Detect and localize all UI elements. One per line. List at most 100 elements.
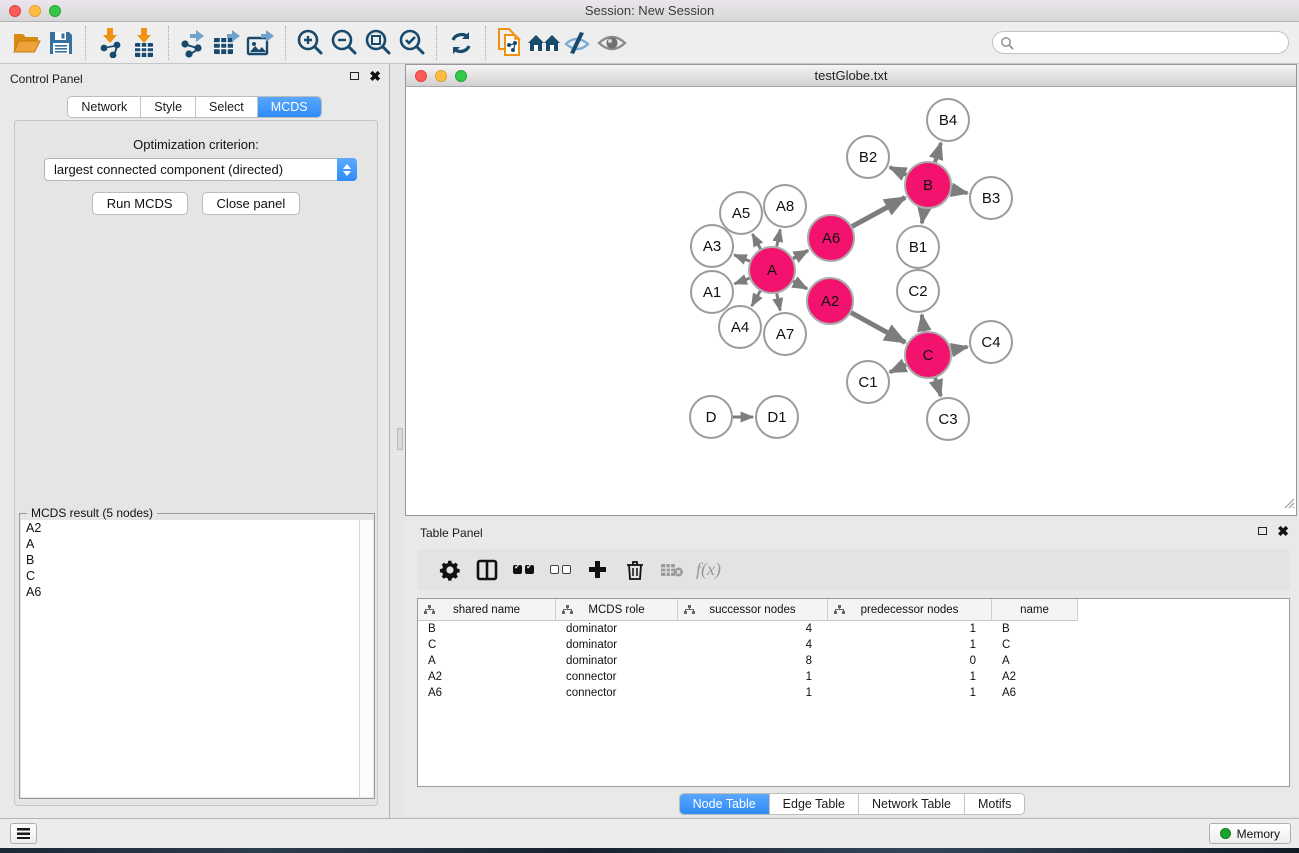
cell-shared-name: A6 xyxy=(418,687,556,699)
app-window: Session: New Session xyxy=(0,0,1299,853)
network-graph: B4B2BB3A8A5A6A3B1AC2A1A2A4A7C4CC1C3DD1 xyxy=(406,87,1296,515)
tab-motifs[interactable]: Motifs xyxy=(965,794,1024,814)
cell-predecessor-nodes: 1 xyxy=(828,623,992,635)
mcds-result-item[interactable]: A6 xyxy=(21,584,359,600)
eye-icon[interactable] xyxy=(595,26,629,60)
unchecked-pair-icon[interactable] xyxy=(542,555,579,585)
tab-edge-table[interactable]: Edge Table xyxy=(770,794,859,814)
table-toolbar: f(x) xyxy=(417,549,1290,590)
open-session-icon[interactable] xyxy=(10,26,44,60)
edge-A-A1 xyxy=(735,278,750,283)
node-label-C4: C4 xyxy=(981,334,1000,351)
cell-name: A6 xyxy=(992,687,1078,699)
table-row[interactable]: A6connector11A6 xyxy=(418,685,1289,701)
mcds-result-item[interactable]: C xyxy=(21,568,359,584)
column-header-predecessor-nodes[interactable]: predecessor nodes xyxy=(828,599,992,621)
node-label-A1: A1 xyxy=(703,284,721,301)
node-label-A3: A3 xyxy=(703,238,721,255)
table-row[interactable]: Adominator80A xyxy=(418,653,1289,669)
refresh-icon[interactable] xyxy=(444,26,478,60)
export-image-icon[interactable] xyxy=(244,26,278,60)
column-header-successor-nodes[interactable]: successor nodes xyxy=(678,599,828,621)
edge-C-C1 xyxy=(890,365,906,372)
edge-A-A7 xyxy=(777,294,780,311)
tab-style[interactable]: Style xyxy=(141,97,196,117)
export-network-icon[interactable] xyxy=(176,26,210,60)
table-row[interactable]: Bdominator41B xyxy=(418,621,1289,637)
desktop-background xyxy=(0,848,1299,853)
edge-A-A2 xyxy=(793,281,807,288)
run-mcds-button[interactable]: Run MCDS xyxy=(92,192,188,215)
titlebar: Session: New Session xyxy=(0,0,1299,22)
add-icon[interactable] xyxy=(579,555,616,585)
edge-C-C3 xyxy=(935,378,941,396)
toolbar-separator xyxy=(485,26,486,60)
duplicate-network-icon[interactable] xyxy=(493,26,527,60)
table-row[interactable]: A2connector11A2 xyxy=(418,669,1289,685)
memory-button[interactable]: Memory xyxy=(1209,823,1291,844)
tab-select[interactable]: Select xyxy=(196,97,258,117)
save-session-icon[interactable] xyxy=(44,26,78,60)
network-window-titlebar: testGlobe.txt xyxy=(406,65,1296,87)
node-label-D1: D1 xyxy=(767,409,786,426)
node-label-B1: B1 xyxy=(909,239,927,256)
search-icon xyxy=(1000,36,1014,50)
node-table: shared nameMCDS rolesuccessor nodesprede… xyxy=(417,598,1290,787)
task-history-button[interactable] xyxy=(10,823,37,844)
mcds-result-item[interactable]: A xyxy=(21,536,359,552)
table-row[interactable]: Cdominator41C xyxy=(418,637,1289,653)
network-window-title: testGlobe.txt xyxy=(406,68,1296,83)
node-label-A2: A2 xyxy=(821,293,839,310)
stepper-icon xyxy=(337,158,357,181)
close-panel-button[interactable]: Close panel xyxy=(202,192,301,215)
cell-shared-name: A xyxy=(418,655,556,667)
column-header-name[interactable]: name xyxy=(992,599,1078,621)
float-panel-icon[interactable] xyxy=(350,72,359,80)
hide-eye-icon[interactable] xyxy=(561,26,595,60)
cell-predecessor-nodes: 1 xyxy=(828,671,992,683)
table-body: Bdominator41BCdominator41CAdominator80AA… xyxy=(418,621,1289,701)
gear-icon[interactable] xyxy=(431,555,468,585)
zoom-in-icon[interactable] xyxy=(293,26,327,60)
node-label-A7: A7 xyxy=(776,326,794,343)
node-label-D: D xyxy=(706,409,717,426)
delete-table-icon xyxy=(653,555,690,585)
resize-grip-icon[interactable] xyxy=(1281,495,1295,514)
node-label-B2: B2 xyxy=(859,149,877,166)
toolbar-separator xyxy=(285,26,286,60)
mcds-result-item[interactable]: A2 xyxy=(21,520,359,536)
control-panel: Control Panel ✖ NetworkStyleSelectMCDS O… xyxy=(0,64,390,818)
function-icon: f(x) xyxy=(696,559,721,580)
close-table-panel-icon[interactable]: ✖ xyxy=(1277,526,1289,536)
tab-network[interactable]: Network xyxy=(68,97,141,117)
cell-MCDS-role: connector xyxy=(556,687,678,699)
import-network-icon[interactable] xyxy=(93,26,127,60)
column-header-MCDS-role[interactable]: MCDS role xyxy=(556,599,678,621)
edge-C-C4 xyxy=(952,347,968,350)
checked-pair-icon[interactable] xyxy=(505,555,542,585)
cell-predecessor-nodes: 1 xyxy=(828,687,992,699)
tab-node-table[interactable]: Node Table xyxy=(680,794,770,814)
search-input[interactable] xyxy=(1014,34,1288,52)
column-header-shared-name[interactable]: shared name xyxy=(418,599,556,621)
zoom-fit-icon[interactable] xyxy=(361,26,395,60)
mcds-scrollbar[interactable] xyxy=(359,520,373,797)
mcds-result-item[interactable]: B xyxy=(21,552,359,568)
tab-mcds[interactable]: MCDS xyxy=(258,97,321,117)
criterion-select[interactable]: largest connected component (directed) xyxy=(44,158,357,181)
columns-icon[interactable] xyxy=(468,555,505,585)
export-table-icon[interactable] xyxy=(210,26,244,60)
window-title: Session: New Session xyxy=(0,3,1299,18)
table-panel: Table Panel ✖ f(x) shared nameMCDS ro xyxy=(405,520,1299,816)
node-label-B: B xyxy=(923,177,933,194)
close-panel-icon[interactable]: ✖ xyxy=(369,71,381,81)
import-table-icon[interactable] xyxy=(127,26,161,60)
zoom-out-icon[interactable] xyxy=(327,26,361,60)
tab-network-table[interactable]: Network Table xyxy=(859,794,965,814)
trash-icon[interactable] xyxy=(616,555,653,585)
zoom-selected-icon[interactable] xyxy=(395,26,429,60)
network-canvas[interactable]: B4B2BB3A8A5A6A3B1AC2A1A2A4A7C4CC1C3DD1 xyxy=(406,87,1296,515)
panel-splitter-handle[interactable] xyxy=(397,428,403,450)
houses-icon[interactable] xyxy=(527,26,561,60)
float-table-panel-icon[interactable] xyxy=(1258,527,1267,535)
